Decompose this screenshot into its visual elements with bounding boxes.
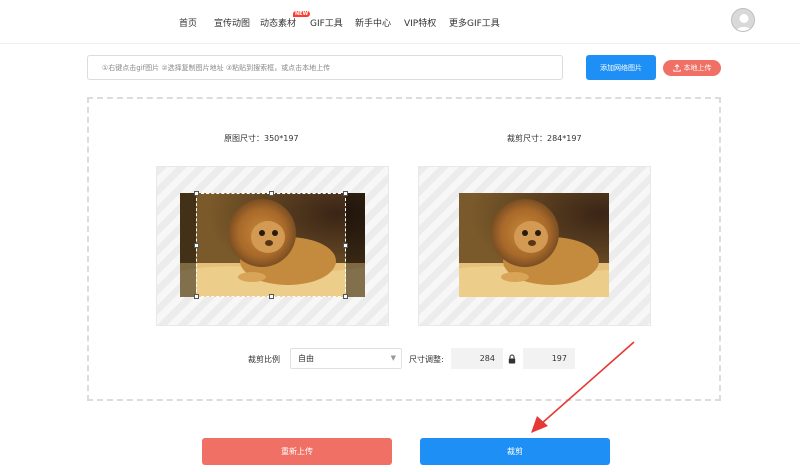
top-nav: 首页 宣传动图 动态素材 NEW GIF工具 新手中心 VIP特权 更多GIF工… xyxy=(0,0,800,44)
crop-handle-bottom-right[interactable] xyxy=(343,294,348,299)
crop-ratio-label: 裁剪比例 xyxy=(248,355,280,364)
chevron-down-icon: ▼ xyxy=(390,354,396,362)
crop-handle-top-right[interactable] xyxy=(343,191,348,196)
reupload-button[interactable]: 重新上传 xyxy=(202,438,392,465)
upload-icon xyxy=(672,64,681,72)
crop-handle-bottom[interactable] xyxy=(269,294,274,299)
crop-handle-left[interactable] xyxy=(194,243,199,248)
image-url-input[interactable] xyxy=(87,55,563,80)
size-adjust-label: 尺寸调整: xyxy=(409,355,444,364)
height-input[interactable] xyxy=(523,348,575,369)
local-upload-label: 本地上传 xyxy=(683,64,712,72)
nav-item-dynamic-material[interactable]: 动态素材 xyxy=(260,16,296,29)
add-web-image-button[interactable]: 添加网络图片 xyxy=(586,55,656,80)
crop-button[interactable]: 裁剪 xyxy=(420,438,610,465)
new-badge: NEW xyxy=(293,11,311,17)
lock-icon[interactable] xyxy=(508,354,516,364)
preview-image xyxy=(459,193,609,297)
nav-item-home[interactable]: 首页 xyxy=(179,16,197,29)
crop-size-label: 裁剪尺寸：284*197 xyxy=(507,134,582,143)
nav-item-vip[interactable]: VIP特权 xyxy=(404,16,436,29)
crop-mask-right xyxy=(346,193,365,297)
original-size-label: 原图尺寸：350*197 xyxy=(224,134,299,143)
nav-item-beginner-center[interactable]: 新手中心 xyxy=(355,16,391,29)
crop-handle-top-left[interactable] xyxy=(194,191,199,196)
crop-handle-right[interactable] xyxy=(343,243,348,248)
nav-item-promo-gif[interactable]: 宣传动图 xyxy=(214,16,250,29)
crop-handle-bottom-left[interactable] xyxy=(194,294,199,299)
nav-item-more-gif-tools[interactable]: 更多GIF工具 xyxy=(449,16,500,29)
crop-handle-top[interactable] xyxy=(269,191,274,196)
avatar-icon[interactable] xyxy=(731,8,755,32)
crop-selection-box[interactable] xyxy=(194,191,348,299)
crop-ratio-select[interactable]: 自由 ▼ xyxy=(290,348,402,369)
width-input[interactable] xyxy=(451,348,503,369)
crop-ratio-value: 自由 xyxy=(298,354,314,363)
local-upload-button[interactable]: 本地上传 xyxy=(663,60,721,76)
nav-item-gif-tools[interactable]: GIF工具 xyxy=(310,16,343,29)
